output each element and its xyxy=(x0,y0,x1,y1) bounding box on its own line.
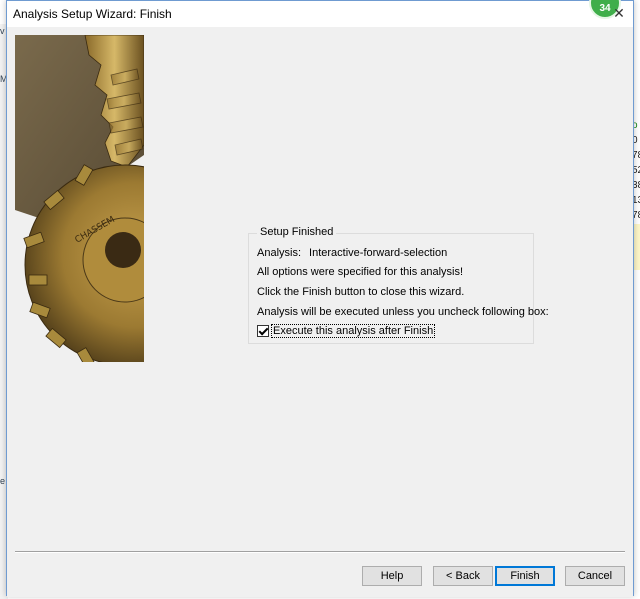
analysis-setup-wizard-dialog: Analysis Setup Wizard: Finish 34 ✕ CHASS… xyxy=(6,0,634,597)
screen: v M e o 0 78 52 38 13 78 Analysis Setup … xyxy=(0,0,640,599)
execute-after-finish-checkbox[interactable] xyxy=(257,325,269,337)
execute-message: Analysis will be executed unless you unc… xyxy=(257,306,549,318)
wizard-content: CHASSEM Setup Finished Analysis: Interact… xyxy=(7,27,633,597)
execute-after-finish-label[interactable]: Execute this analysis after Finish xyxy=(271,324,436,338)
back-button[interactable]: < Back xyxy=(433,566,493,586)
title-bar[interactable]: Analysis Setup Wizard: Finish 34 ✕ xyxy=(7,0,633,27)
analysis-label: Analysis: xyxy=(257,247,302,259)
analysis-value: Interactive-forward-selection xyxy=(309,247,448,259)
click-finish-message: Click the Finish button to close this wi… xyxy=(257,286,465,298)
wizard-side-image: CHASSEM xyxy=(15,35,144,362)
finish-button[interactable]: Finish xyxy=(495,566,555,586)
gear-mechanism-image: CHASSEM xyxy=(15,35,144,362)
notification-count: 34 xyxy=(599,3,611,14)
group-title: Setup Finished xyxy=(257,226,337,238)
footer-separator xyxy=(15,551,625,553)
execute-after-finish-option[interactable]: Execute this analysis after Finish xyxy=(257,324,436,338)
analysis-row: Analysis: Interactive-forward-selection xyxy=(257,247,447,259)
help-button[interactable]: Help xyxy=(362,566,422,586)
options-message: All options were specified for this anal… xyxy=(257,266,464,278)
close-icon[interactable]: ✕ xyxy=(611,5,627,21)
setup-finished-group: Setup Finished Analysis: Interactive-forw… xyxy=(248,226,549,344)
cancel-button[interactable]: Cancel xyxy=(565,566,625,586)
window-title: Analysis Setup Wizard: Finish xyxy=(13,7,172,21)
